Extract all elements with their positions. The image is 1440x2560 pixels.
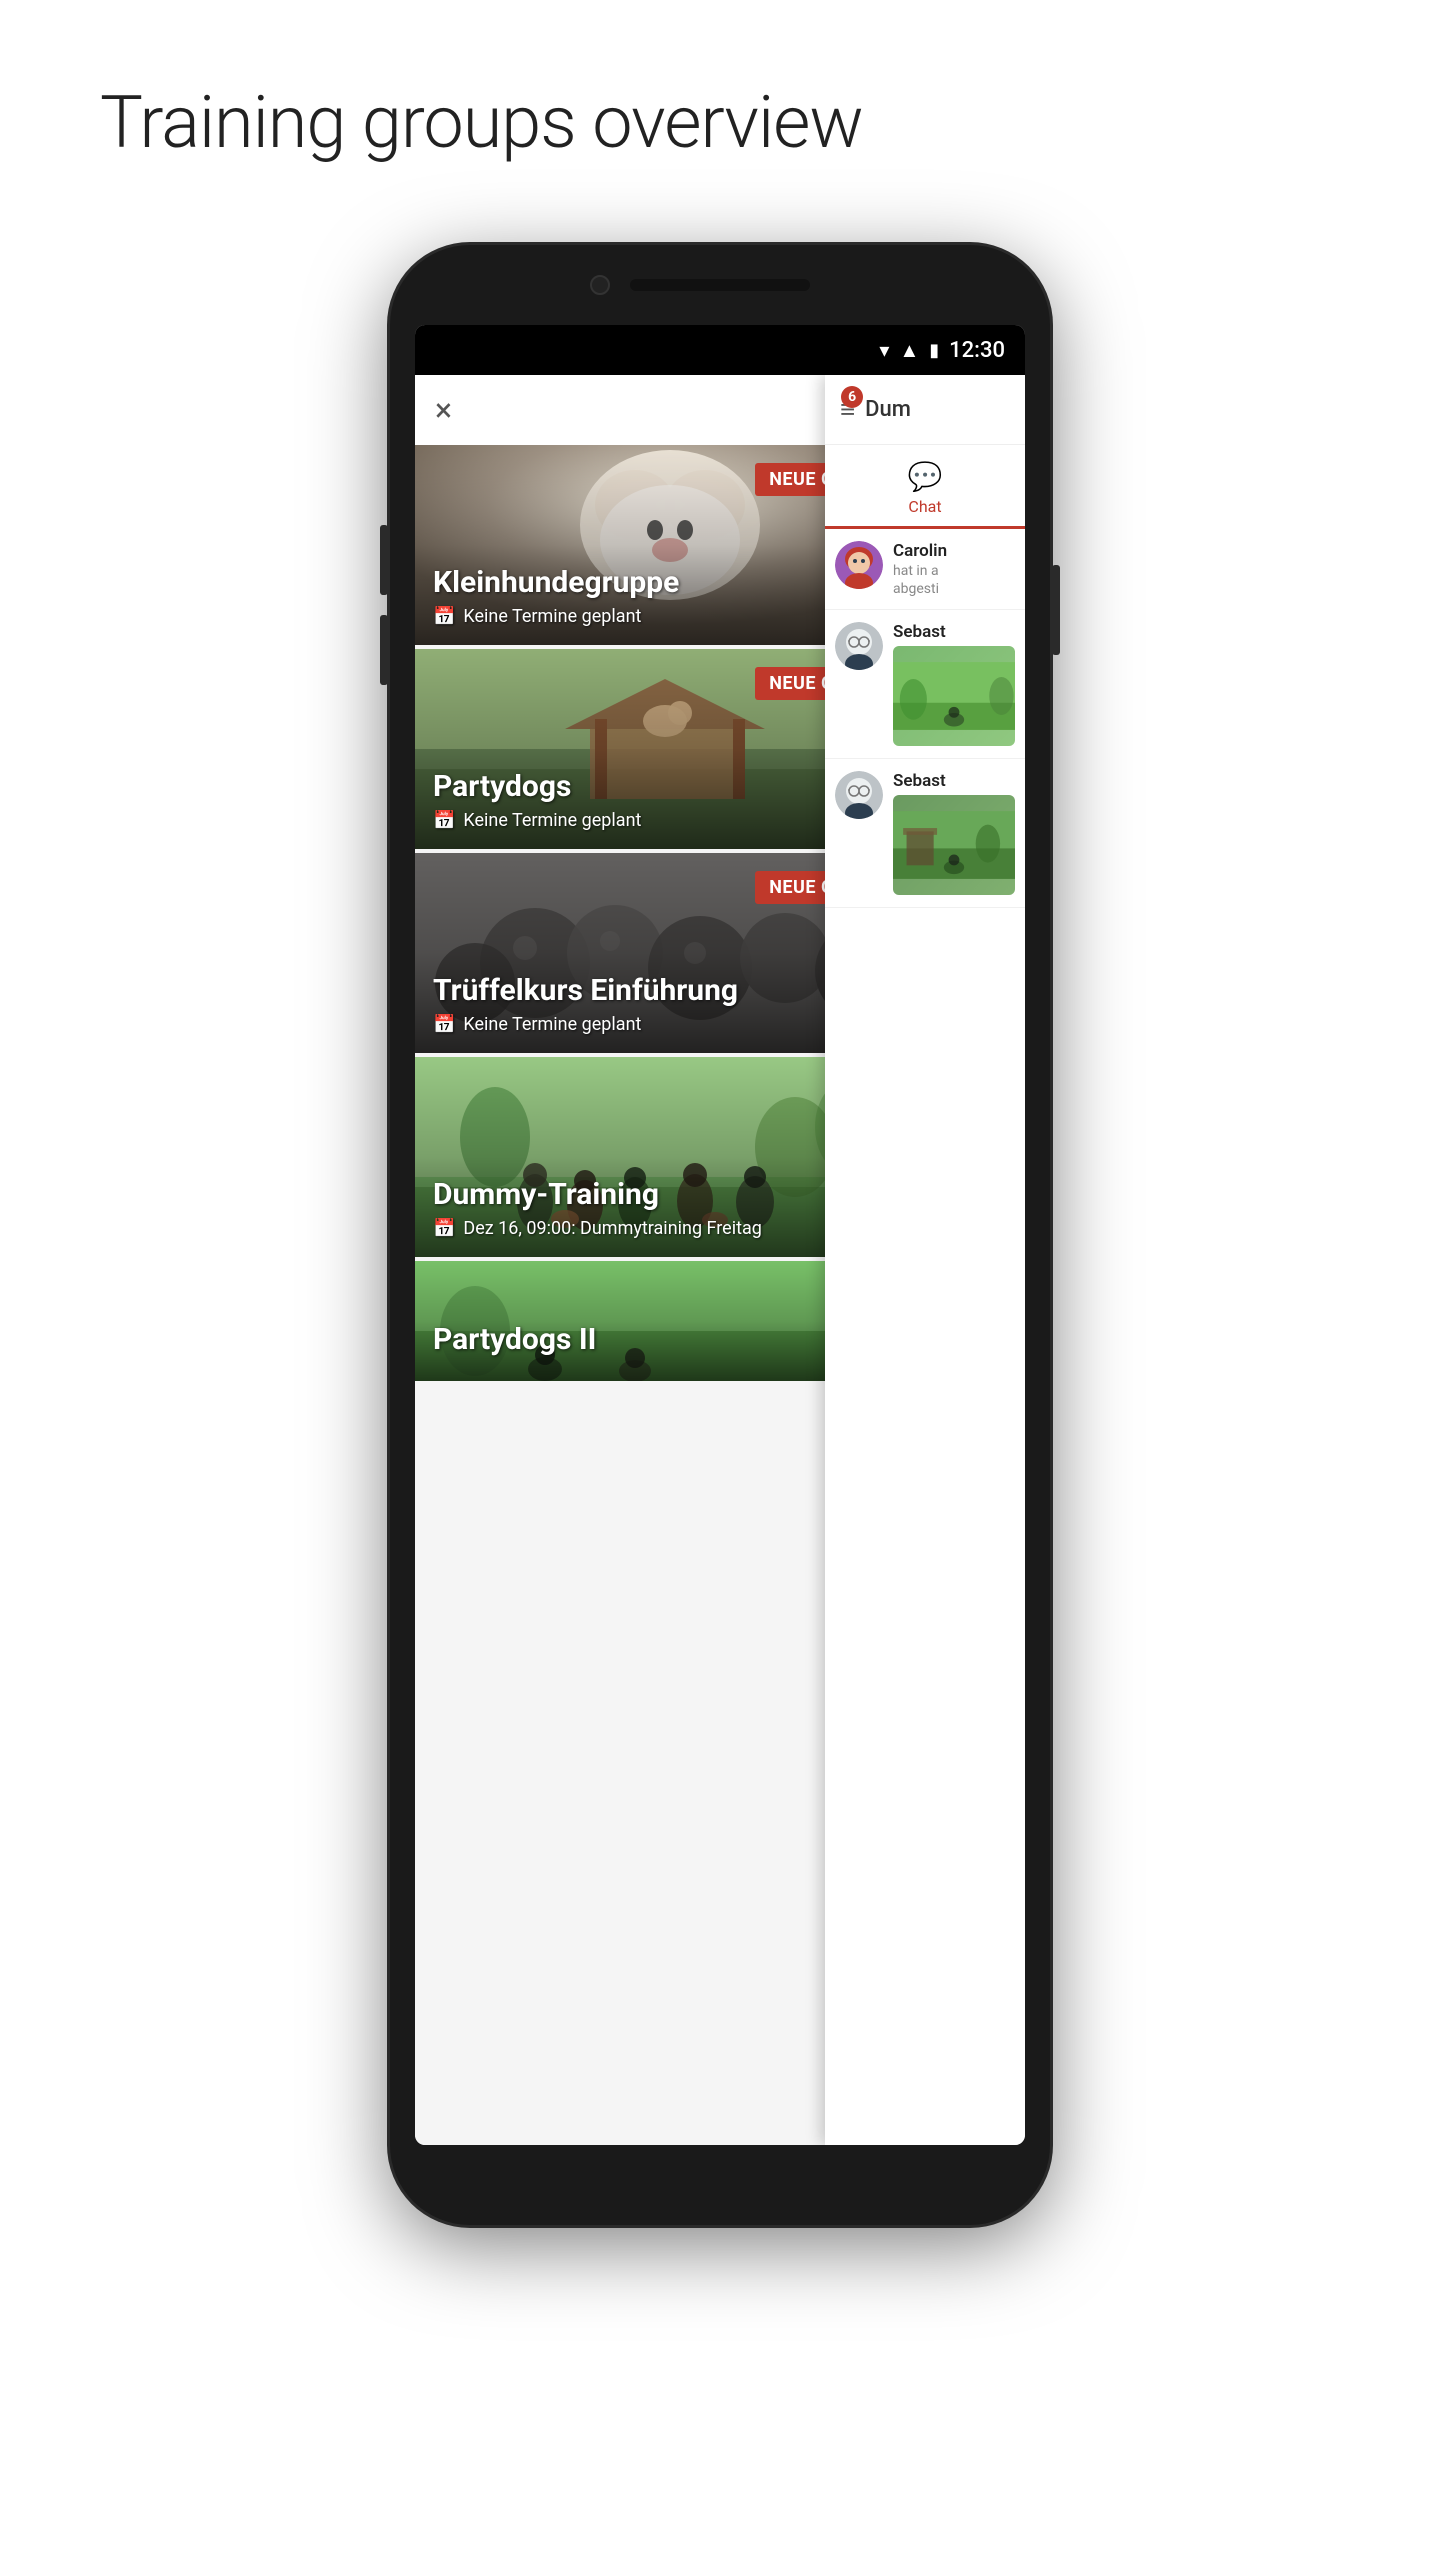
chat-item-caroline[interactable]: Carolin hat in a abgesti bbox=[825, 529, 1025, 610]
caroline-preview-1: hat in a bbox=[893, 563, 1015, 579]
card-info-3: Trüffelkurs Einführung 📅 Keine Termine g… bbox=[433, 973, 738, 1035]
avatar-caroline bbox=[835, 541, 883, 589]
battery-icon: ▮ bbox=[929, 340, 939, 361]
sebastian-1-message-info: Sebast bbox=[893, 622, 1015, 746]
calendar-icon-2: 📅 bbox=[433, 810, 455, 831]
calendar-icon-1: 📅 bbox=[433, 606, 455, 627]
avatar-sebastian-1 bbox=[835, 622, 883, 670]
phone-speaker bbox=[630, 279, 810, 291]
card-info-2: Partydogs 📅 Keine Termine geplant bbox=[433, 769, 641, 831]
group-title-5: Partydogs II bbox=[433, 1322, 596, 1357]
sebastian-2-message-info: Sebast bbox=[893, 771, 1015, 895]
caroline-name: Carolin bbox=[893, 541, 1015, 561]
volume-down-button bbox=[380, 615, 388, 685]
card-info-5: Partydogs II bbox=[433, 1322, 596, 1363]
chat-icon: 💬 bbox=[908, 460, 943, 493]
date-text-4: Dez 16, 09:00: Dummytraining Freitag bbox=[463, 1218, 761, 1239]
right-header: ≡ 6 Dum bbox=[825, 375, 1025, 445]
volume-up-button bbox=[380, 525, 388, 595]
close-button[interactable]: × bbox=[435, 391, 452, 429]
right-header-title: Dum bbox=[865, 397, 911, 422]
group-title-4: Dummy-Training bbox=[433, 1177, 762, 1212]
phone-shell: ▾ ▲ ▮ 12:30 × bbox=[390, 245, 1050, 2225]
status-bar: ▾ ▲ ▮ 12:30 bbox=[415, 325, 1025, 375]
notification-badge: 6 bbox=[841, 386, 863, 408]
signal-icon: ▲ bbox=[899, 338, 919, 363]
caroline-message-info: Carolin hat in a abgesti bbox=[893, 541, 1015, 597]
group-title-2: Partydogs bbox=[433, 769, 641, 804]
date-text-3: Keine Termine geplant bbox=[463, 1014, 641, 1035]
chat-panel: ≡ 6 Dum 💬 Chat bbox=[825, 375, 1025, 2145]
power-button bbox=[1052, 565, 1060, 655]
group-date-4: 📅 Dez 16, 09:00: Dummytraining Freitag bbox=[433, 1218, 762, 1239]
group-title-1: Kleinhundegruppe bbox=[433, 565, 679, 600]
chat-list: Carolin hat in a abgesti bbox=[825, 529, 1025, 2145]
group-title-3: Trüffelkurs Einführung bbox=[433, 973, 738, 1008]
screen-content: × bbox=[415, 375, 1025, 2145]
page-title: Training groups overview bbox=[0, 0, 1440, 225]
sebastian-1-name: Sebast bbox=[893, 622, 1015, 642]
caroline-preview-2: abgesti bbox=[893, 581, 1015, 597]
chat-image-1 bbox=[893, 646, 1015, 746]
group-date-1: 📅 Keine Termine geplant bbox=[433, 606, 679, 627]
group-date-2: 📅 Keine Termine geplant bbox=[433, 810, 641, 831]
wifi-icon: ▾ bbox=[879, 338, 889, 362]
status-time: 12:30 bbox=[949, 338, 1005, 363]
status-icons: ▾ ▲ ▮ 12:30 bbox=[879, 338, 1005, 363]
card-info-4: Dummy-Training 📅 Dez 16, 09:00: Dummytra… bbox=[433, 1177, 762, 1239]
chat-tab[interactable]: 💬 Chat bbox=[825, 445, 1025, 529]
avatar-sebastian-2 bbox=[835, 771, 883, 819]
sebastian-2-name: Sebast bbox=[893, 771, 1015, 791]
phone-camera bbox=[590, 275, 610, 295]
chat-item-sebastian-2[interactable]: Sebast bbox=[825, 759, 1025, 908]
chat-item-sebastian-1[interactable]: Sebast bbox=[825, 610, 1025, 759]
calendar-icon-4: 📅 bbox=[433, 1218, 455, 1239]
phone-mockup: ▾ ▲ ▮ 12:30 × bbox=[390, 245, 1050, 2225]
card-info-1: Kleinhundegruppe 📅 Keine Termine geplant bbox=[433, 565, 679, 627]
notification-container[interactable]: ≡ 6 bbox=[840, 394, 855, 425]
chat-image-2 bbox=[893, 795, 1015, 895]
date-text-1: Keine Termine geplant bbox=[463, 606, 641, 627]
calendar-icon-3: 📅 bbox=[433, 1014, 455, 1035]
group-date-3: 📅 Keine Termine geplant bbox=[433, 1014, 738, 1035]
date-text-2: Keine Termine geplant bbox=[463, 810, 641, 831]
phone-screen: ▾ ▲ ▮ 12:30 × bbox=[415, 325, 1025, 2145]
chat-tab-label: Chat bbox=[908, 497, 941, 516]
